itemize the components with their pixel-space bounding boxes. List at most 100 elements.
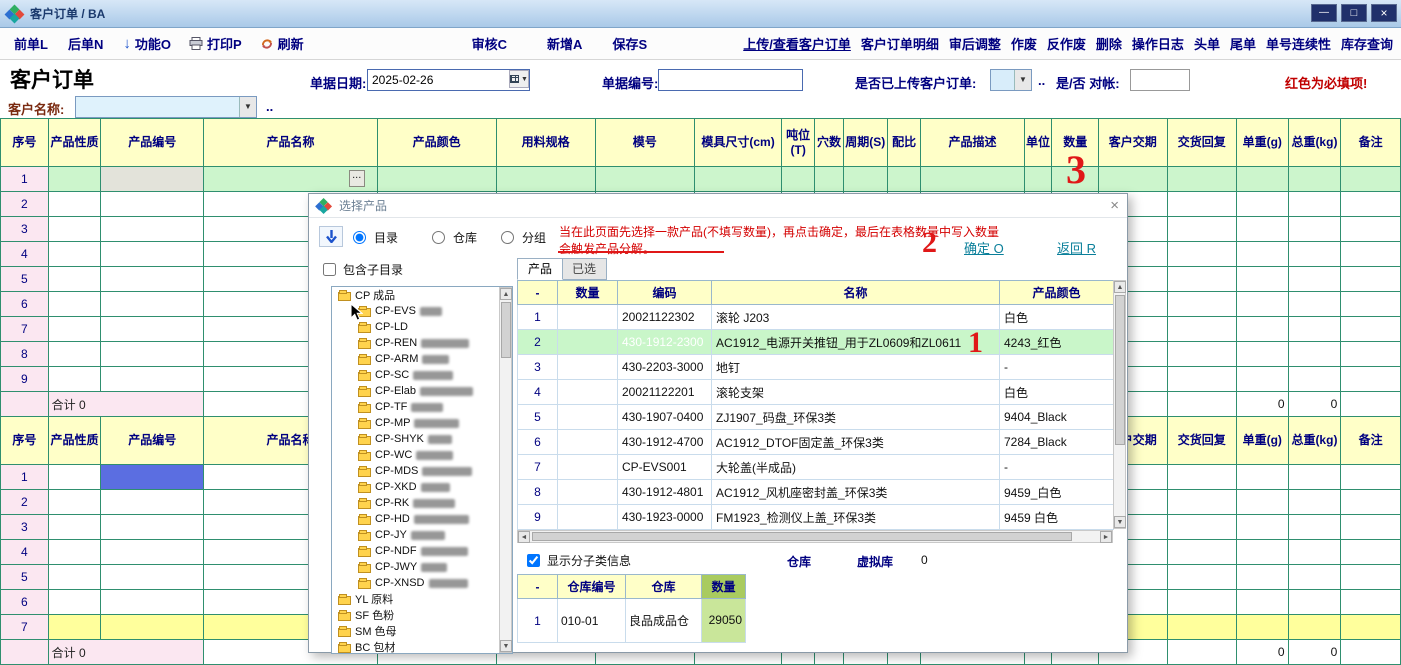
grid-cell[interactable]: [1167, 217, 1236, 242]
warehouse-link[interactable]: 仓库: [787, 553, 811, 570]
tree-item-CP-XKD[interactable]: CP-XKD: [332, 479, 512, 495]
grid-cell[interactable]: [1288, 267, 1341, 292]
tree-item-CP-NDF[interactable]: CP-NDF: [332, 543, 512, 559]
name-cell[interactable]: AC1912_风机座密封盖_环保3类: [712, 480, 1000, 505]
grid-cell[interactable]: [694, 167, 781, 192]
grid-cell[interactable]: [1341, 267, 1401, 292]
grid-cell[interactable]: [101, 317, 204, 342]
void-button[interactable]: 作废: [1011, 34, 1037, 53]
reconcile-input[interactable]: [1130, 69, 1190, 91]
move-down-button[interactable]: [319, 226, 343, 247]
grid-cell[interactable]: [1236, 590, 1288, 615]
grid-cell[interactable]: [1341, 490, 1401, 515]
product-picker-button[interactable]: [349, 170, 365, 187]
grid-cell[interactable]: [1288, 465, 1341, 490]
color-cell[interactable]: 白色: [1000, 305, 1114, 330]
grid-cell[interactable]: [1236, 292, 1288, 317]
radio-catalog[interactable]: 目录: [353, 229, 398, 246]
name-cell[interactable]: FM1923_检测仪上盖_环保3类: [712, 505, 1000, 530]
grid-cell[interactable]: [921, 167, 1024, 192]
grid-cell[interactable]: [1167, 242, 1236, 267]
warehouse-qty-cell[interactable]: 29050: [702, 599, 746, 643]
upload-view-order-button[interactable]: 上传/查看客户订单: [743, 34, 851, 53]
grid-cell[interactable]: [1167, 292, 1236, 317]
scroll-left-icon[interactable]: ◄: [518, 531, 530, 543]
refresh-button[interactable]: 刷新: [260, 34, 304, 53]
grid-cell[interactable]: [1288, 317, 1341, 342]
grid-cell[interactable]: [101, 342, 204, 367]
scroll-up-icon[interactable]: ▲: [1114, 281, 1126, 293]
tree-item-CP-JY[interactable]: CP-JY: [332, 527, 512, 543]
grid-cell[interactable]: [1167, 367, 1236, 392]
tree-item-CP-ARM[interactable]: CP-ARM: [332, 351, 512, 367]
qty-cell[interactable]: [558, 330, 618, 355]
radio-group[interactable]: 分组: [501, 229, 546, 246]
grid-cell[interactable]: [1288, 367, 1341, 392]
grid-cell[interactable]: [48, 465, 101, 490]
include-subdirs-input[interactable]: [323, 263, 336, 276]
tab-products[interactable]: 产品: [517, 258, 563, 280]
grid-cell[interactable]: [1167, 192, 1236, 217]
code-cell[interactable]: 430-1912-4801: [618, 480, 712, 505]
calendar-picker-button[interactable]: ▼: [509, 70, 529, 88]
name-cell[interactable]: 地钉: [712, 355, 1000, 380]
qty-cell[interactable]: [558, 505, 618, 530]
grid-cell[interactable]: [1236, 465, 1288, 490]
grid-cell[interactable]: [1167, 515, 1236, 540]
order-detail-button[interactable]: 客户订单明细: [861, 34, 939, 53]
grid-cell[interactable]: [48, 167, 101, 192]
grid-cell[interactable]: [101, 615, 204, 640]
code-cell[interactable]: 430-1912-2300: [618, 330, 712, 355]
scroll-down-icon[interactable]: ▼: [500, 640, 512, 652]
grid-cell[interactable]: [1236, 565, 1288, 590]
prev-order-button[interactable]: 前单L: [14, 34, 48, 53]
unvoid-button[interactable]: 反作废: [1047, 34, 1086, 53]
scroll-right-icon[interactable]: ►: [1100, 531, 1112, 543]
grid-cell[interactable]: [101, 217, 204, 242]
grid-cell[interactable]: [1341, 465, 1401, 490]
grid-cell[interactable]: [101, 490, 204, 515]
grid-cell[interactable]: [1236, 192, 1288, 217]
color-cell[interactable]: 白色: [1000, 380, 1114, 405]
grid-cell[interactable]: [1288, 217, 1341, 242]
qty-cell[interactable]: [558, 305, 618, 330]
qty-cell[interactable]: [558, 480, 618, 505]
tree-item-SF-色粉[interactable]: SF 色粉: [332, 607, 512, 623]
grid-cell[interactable]: [1288, 342, 1341, 367]
grid-cell[interactable]: [48, 292, 101, 317]
grid-cell[interactable]: [204, 167, 377, 192]
grid-cell[interactable]: [1052, 167, 1099, 192]
grid-cell[interactable]: [48, 342, 101, 367]
tree-item-CP-TF[interactable]: CP-TF: [332, 399, 512, 415]
grid-cell[interactable]: [101, 242, 204, 267]
chevron-down-icon[interactable]: ▼: [239, 97, 256, 117]
code-cell[interactable]: 430-1923-0000: [618, 505, 712, 530]
tree-item-CP-RK[interactable]: CP-RK: [332, 495, 512, 511]
code-cell[interactable]: CP-EVS001: [618, 455, 712, 480]
grid-cell[interactable]: [48, 242, 101, 267]
grid-cell[interactable]: [1341, 167, 1401, 192]
confirm-button[interactable]: 确定 O: [964, 238, 1004, 257]
grid-cell[interactable]: [1167, 590, 1236, 615]
grid-cell[interactable]: [101, 167, 204, 192]
name-cell[interactable]: 滚轮支架: [712, 380, 1000, 405]
grid-cell[interactable]: [1341, 540, 1401, 565]
first-order-button[interactable]: 头单: [1194, 34, 1220, 53]
grid-cell[interactable]: [1236, 317, 1288, 342]
tree-item-CP-MDS[interactable]: CP-MDS: [332, 463, 512, 479]
grid-cell[interactable]: [1167, 342, 1236, 367]
grid-cell[interactable]: [48, 217, 101, 242]
tree-item-CP-WC[interactable]: CP-WC: [332, 447, 512, 463]
grid-cell[interactable]: [595, 167, 694, 192]
grid-cell[interactable]: [48, 490, 101, 515]
grid-cell[interactable]: [1341, 317, 1401, 342]
grid-cell[interactable]: [843, 167, 887, 192]
grid-cell[interactable]: [1099, 167, 1167, 192]
tree-item-CP-SC[interactable]: CP-SC: [332, 367, 512, 383]
radio-group-input[interactable]: [501, 231, 514, 244]
product-table-vertical-scrollbar[interactable]: ▲ ▼: [1113, 280, 1126, 529]
color-cell[interactable]: 4243_红色: [1000, 330, 1114, 355]
tree-item-CP-Elab[interactable]: CP-Elab: [332, 383, 512, 399]
add-button[interactable]: 新增A: [547, 34, 582, 53]
grid-cell[interactable]: [1341, 292, 1401, 317]
